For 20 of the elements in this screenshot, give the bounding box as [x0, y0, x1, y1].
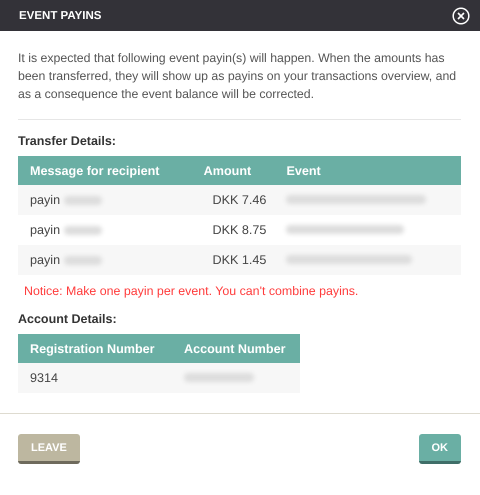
table-cell: DKK 8.75 [212, 223, 266, 237]
table-cell: payin [30, 253, 60, 267]
table-cell: 9314 [30, 371, 58, 385]
notice-text: Notice: Make one payin per event. You can't combine payins. [24, 284, 360, 298]
table-cell: DKK 1.45 [212, 253, 266, 267]
column-header: Amount [192, 156, 274, 185]
window-title: EVENT PAYINS [19, 10, 102, 22]
intro-paragraph: It is expected that following event payin(s) will happen. When the amounts has been transferred, they will show up as payins on your transactions overview, and as a consequence the event balance will be corrected. [18, 50, 458, 103]
leave-button[interactable]: LEAVE [18, 434, 80, 464]
table-cell: payin [30, 193, 60, 207]
ok-button[interactable]: OK [418, 434, 461, 464]
section-heading: Account Details: [18, 312, 118, 326]
table-cell: DKK 7.46 [212, 193, 266, 207]
column-header: Event [274, 156, 461, 185]
section-heading: Transfer Details: [18, 134, 117, 148]
table-cell: payin [30, 223, 60, 237]
column-header: Account Number [172, 334, 300, 363]
column-header: Message for recipient [18, 156, 192, 185]
close-icon[interactable] [452, 6, 470, 24]
column-header: Registration Number [18, 334, 172, 363]
